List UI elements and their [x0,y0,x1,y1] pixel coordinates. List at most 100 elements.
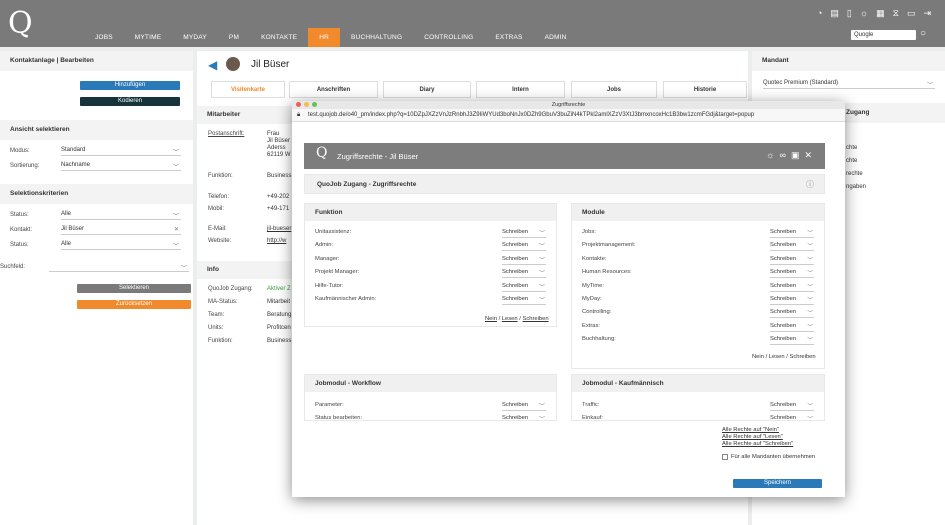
post-label: Postanschrift: [208,131,245,137]
nav-item-admin[interactable]: ADMIN [534,28,578,47]
save-button[interactable]: Speichern [733,479,822,488]
close-icon[interactable]: ✕ [804,150,817,160]
search-icon[interactable]: ○ [920,28,926,39]
tab-anschriften[interactable]: Anschriften [289,81,378,98]
modus-select[interactable]: Standard ﹀ [61,147,181,156]
global-search-input[interactable]: Quogle [851,30,916,40]
all-schreiben-link[interactable]: Alle Rechte auf "Schreiben" [722,441,793,447]
chevron-down-icon: ﹀ [539,271,545,278]
all-mandants-checkbox[interactable] [722,454,728,460]
permission-select[interactable]: Schreiben ﹀ [770,336,814,346]
tab-visitenkarte[interactable]: Visitenkarte [211,81,285,98]
add-button[interactable]: Hinzufügen [80,81,180,90]
nav-item-jobs[interactable]: JOBS [84,28,124,47]
permission-select[interactable]: Schreiben ﹀ [502,229,546,238]
tab-historie[interactable]: Historie [663,81,747,98]
status2-value: Alle [61,241,72,247]
module-schreiben-link[interactable]: Schreiben [789,354,815,360]
funktion-value: Business [267,173,292,179]
sort-select[interactable]: Nachname ﹀ [61,162,181,171]
code-button[interactable]: Kodieren [80,97,180,106]
permission-select[interactable]: Schreiben ﹀ [770,402,814,411]
nav-item-hr[interactable]: HR [308,28,341,47]
funktion-lesen-link[interactable]: Lesen [502,316,518,322]
document-icon[interactable]: ▤ [830,8,839,19]
nav-item-controlling[interactable]: CONTROLLING [413,28,484,47]
permission-select[interactable]: Schreiben ﹀ [502,296,546,305]
permission-select[interactable]: Schreiben ﹀ [502,242,546,252]
all-nein-link[interactable]: Alle Rechte auf "Nein" [722,427,779,433]
hourglass-icon[interactable]: ⧖ [893,8,899,19]
info-icon[interactable]: ⓘ [806,179,814,190]
tab-jobs[interactable]: Jobs [571,81,657,98]
link-icon[interactable]: ∞ [780,150,791,160]
kontakt-input[interactable]: Jil Büser ✕ [61,226,181,235]
permission-select[interactable]: Schreiben ﹀ [770,415,814,420]
book-icon[interactable]: ▯ [847,8,852,19]
permission-row: Status bearbeiten: Schreiben ﹀ [315,415,546,420]
zugang-item[interactable]: chte [846,158,857,164]
permission-select[interactable]: Schreiben ﹀ [502,415,546,420]
permission-select[interactable]: Schreiben ﹀ [502,402,546,411]
calendar-icon[interactable]: ▦ [876,8,885,19]
nav-item-buchhaltung[interactable]: BUCHHALTUNG [340,28,413,47]
permission-select[interactable]: Schreiben ﹀ [770,269,814,279]
email-link[interactable]: jil-bueser [267,226,291,232]
module-lesen-link[interactable]: Lesen [769,354,785,360]
suchfeld-select[interactable]: ﹀ [49,263,189,272]
message-icon[interactable]: ▭ [907,8,916,19]
permission-select[interactable]: Schreiben ﹀ [502,269,546,279]
permission-label: Controlling: [582,309,612,316]
chevron-down-icon: ﹀ [172,244,179,250]
clear-icon[interactable]: ✕ [174,226,179,233]
zugang-item[interactable]: ngaben [846,184,866,190]
top-bar: Q JOBS MYTIME MYDAY PM KONTAKTE HR BUCHHALTUNG… [0,0,945,47]
close-window-dot[interactable] [296,102,301,107]
nav-item-myday[interactable]: MYDAY [172,28,218,47]
permission-row: Einkauf: Schreiben ﹀ [582,415,814,420]
permission-select[interactable]: Schreiben ﹀ [770,309,814,319]
print-icon[interactable]: ▣ [791,150,805,160]
chevron-down-icon: ﹀ [807,284,813,291]
nav-item-kontakte[interactable]: KONTAKTE [250,28,308,47]
status-select[interactable]: Alle ﹀ [61,211,181,220]
tab-diary[interactable]: Diary [383,81,471,98]
website-link[interactable]: http://w [267,238,286,244]
select-button[interactable]: Selektieren [77,284,191,293]
bug-icon[interactable]: ☼ [860,8,868,19]
reset-button[interactable]: Zurücksetzen [77,300,191,309]
popup-url-bar[interactable]: 🔒︎ test.quojob.de/o40_pm/index.php?q=10D… [292,109,845,122]
minimize-window-dot[interactable] [304,102,309,107]
all-lesen-link[interactable]: Alle Rechte auf "Lesen" [722,434,783,440]
permission-select[interactable]: Schreiben ﹀ [770,242,814,252]
zugang-item[interactable]: chte [846,145,857,151]
section-title-view: Ansicht selektieren [0,120,193,140]
permission-select[interactable]: Schreiben ﹀ [770,256,814,265]
funktion-schreiben-link[interactable]: Schreiben [522,316,548,322]
chevron-down-icon: ﹀ [539,298,545,304]
dashboard-icon[interactable]: ◔ [817,8,822,19]
permission-select[interactable]: Schreiben ﹀ [770,229,814,238]
logout-icon[interactable]: ⇥ [923,8,931,19]
nav-item-extras[interactable]: EXTRAS [484,28,533,47]
maximize-window-dot[interactable] [312,102,317,107]
nav-item-pm[interactable]: PM [218,28,250,47]
status2-select[interactable]: Alle ﹀ [61,241,181,250]
tab-intern[interactable]: Intern [476,81,565,98]
permission-select[interactable]: Schreiben ﹀ [502,283,546,292]
permission-select[interactable]: Schreiben ﹀ [770,296,814,305]
permission-label: Human Resources: [582,269,632,276]
back-arrow-icon[interactable]: ◀ [208,58,217,72]
mandant-select[interactable]: Quotec Premium (Standard) ﹀ [763,80,935,89]
permission-select[interactable]: Schreiben ﹀ [770,323,814,332]
app-logo[interactable]: Q [8,6,36,42]
permission-row: Manager: Schreiben ﹀ [315,256,546,266]
zugang-item[interactable]: rechte [846,171,863,177]
permission-select[interactable]: Schreiben ﹀ [502,256,546,265]
funktion-nein-link[interactable]: Nein [485,316,497,322]
nav-item-mytime[interactable]: MYTIME [124,28,172,47]
permission-row: Hilfe-Tutor: Schreiben ﹀ [315,283,546,293]
bug-icon[interactable]: ☼ [766,150,779,160]
permission-select[interactable]: Schreiben ﹀ [770,283,814,292]
module-nein-link[interactable]: Nein [752,354,764,360]
